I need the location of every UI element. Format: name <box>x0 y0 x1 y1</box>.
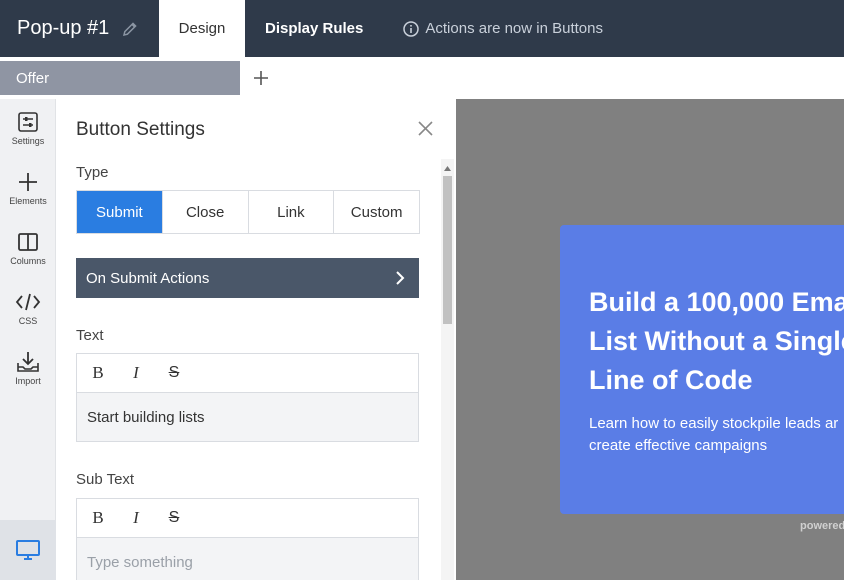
rail-import-label: Import <box>15 376 41 386</box>
device-toggle-desktop[interactable] <box>0 520 56 580</box>
tab-display-rules-label: Display Rules <box>265 20 364 37</box>
rail-elements[interactable]: Elements <box>0 171 56 206</box>
rail-settings[interactable]: Settings <box>0 111 56 146</box>
tab-design-label: Design <box>178 20 226 37</box>
bold-button[interactable]: B <box>91 363 105 382</box>
type-link-button[interactable]: Link <box>248 191 335 233</box>
code-icon <box>15 293 41 311</box>
strikethrough-button[interactable]: S <box>167 509 181 527</box>
close-icon[interactable] <box>417 120 434 137</box>
import-icon <box>17 352 39 372</box>
italic-button[interactable]: I <box>129 508 143 527</box>
popup-title-area: Pop-up #1 <box>0 0 159 57</box>
scroll-thumb[interactable] <box>443 176 452 324</box>
desktop-icon <box>16 540 40 560</box>
text-label: Text <box>76 327 104 344</box>
text-editor-toolbar: B I S <box>77 354 418 393</box>
on-submit-actions-button[interactable]: On Submit Actions <box>76 258 419 298</box>
scroll-up-arrow[interactable] <box>441 161 454 175</box>
on-submit-actions-label: On Submit Actions <box>86 269 210 287</box>
info-icon <box>403 20 420 37</box>
rail-settings-label: Settings <box>11 136 45 146</box>
buttons-notice: Actions are now in Buttons <box>403 20 603 37</box>
subtext-editor: B I S Type something <box>76 498 419 580</box>
strikethrough-button[interactable]: S <box>167 364 181 382</box>
add-step-button[interactable] <box>250 64 272 92</box>
popup-headline: Build a 100,000 Ema List Without a Singl… <box>589 287 844 395</box>
preview-canvas: Build a 100,000 Ema List Without a Singl… <box>456 99 844 580</box>
left-rail: Settings Elements Columns CSS Import <box>0 99 56 580</box>
panel-scrollbar[interactable] <box>441 159 454 580</box>
type-label: Type <box>76 164 109 181</box>
type-submit-button[interactable]: Submit <box>77 191 163 233</box>
rail-columns-label: Columns <box>10 256 46 266</box>
popup-subline: Learn how to easily stockpile leads ar c… <box>589 415 839 454</box>
subtext-editor-toolbar: B I S <box>77 499 418 538</box>
subtext-label: Sub Text <box>76 471 135 488</box>
pencil-icon[interactable] <box>121 20 139 38</box>
panel-title: Button Settings <box>76 119 205 140</box>
subtext-input[interactable]: Type something <box>77 538 418 580</box>
rail-import[interactable]: Import <box>0 351 56 386</box>
tab-display-rules[interactable]: Display Rules <box>265 20 363 37</box>
button-type-selector: Submit Close Link Custom <box>76 190 420 234</box>
popup-title[interactable]: Pop-up #1 <box>17 17 109 40</box>
chevron-right-icon <box>396 271 405 285</box>
offer-tab-label: Offer <box>16 69 50 87</box>
type-custom-button[interactable]: Custom <box>334 191 419 233</box>
rail-css[interactable]: CSS <box>0 291 56 326</box>
columns-icon <box>18 233 38 251</box>
bold-button[interactable]: B <box>91 508 105 527</box>
powered-by-text: powered <box>800 520 844 532</box>
plus-icon <box>19 173 37 191</box>
settings-sliders-icon <box>18 112 38 132</box>
plus-icon <box>254 71 268 85</box>
tab-design[interactable]: Design <box>159 0 245 57</box>
rail-columns[interactable]: Columns <box>0 231 56 266</box>
rail-elements-label: Elements <box>9 196 47 206</box>
top-bar: Pop-up #1 Design Display Rules Actions a… <box>0 0 844 57</box>
notice-text: Actions are now in Buttons <box>425 20 603 37</box>
rail-css-label: CSS <box>18 316 38 326</box>
italic-button[interactable]: I <box>129 363 143 382</box>
caret-up-icon <box>444 165 451 171</box>
text-input[interactable]: Start building lists <box>77 393 418 441</box>
offer-tab[interactable]: Offer <box>0 61 240 95</box>
text-editor: B I S Start building lists <box>76 353 419 442</box>
button-settings-panel: Button Settings Type Submit Close Link C… <box>56 99 456 580</box>
popup-preview[interactable]: Build a 100,000 Ema List Without a Singl… <box>560 225 844 514</box>
type-close-button[interactable]: Close <box>162 191 249 233</box>
